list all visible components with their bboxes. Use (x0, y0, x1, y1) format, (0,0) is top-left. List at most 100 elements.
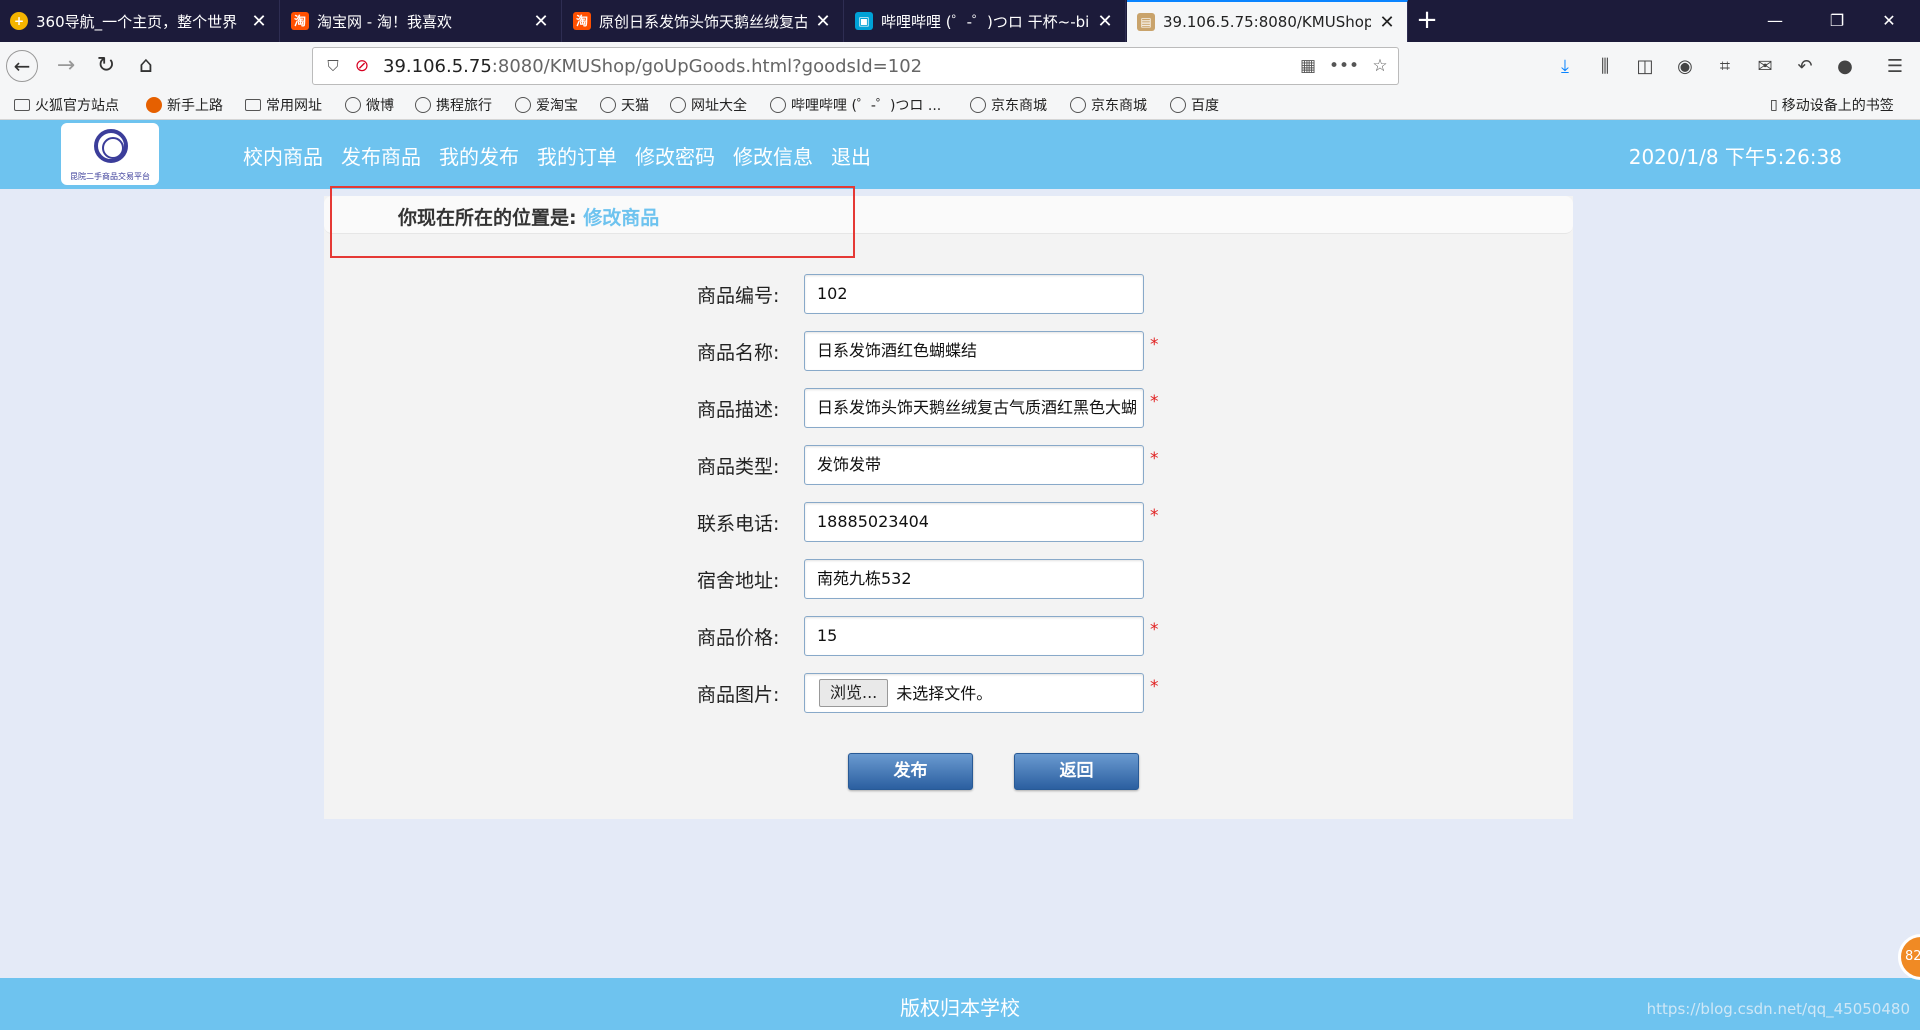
field-phone: 联系电话: 18885023404 * (324, 502, 1573, 542)
required-asterisk: * (1150, 506, 1159, 526)
globe-icon (1070, 97, 1086, 113)
bookmark-item[interactable]: 天猫 (600, 94, 649, 116)
field-label: 商品价格: (697, 627, 780, 649)
goods-description-input[interactable]: 日系发饰头饰天鹅丝绒复古气质酒红黑色大蝴 (804, 388, 1144, 428)
close-icon[interactable]: ✕ (1095, 11, 1115, 32)
logo-ring-icon (94, 129, 128, 163)
back-button[interactable]: 返回 (1014, 753, 1139, 790)
qr-code-icon[interactable]: ▦ (1290, 56, 1326, 76)
extension-icon[interactable]: ● (1832, 54, 1858, 80)
tab-kmushop[interactable]: ▤ 39.106.5.75:8080/KMUShop/ ✕ (1127, 0, 1408, 42)
mobile-bookmarks[interactable]: ▯ 移动设备上的书签 (1770, 94, 1894, 116)
library-icon[interactable]: ⫼ (1592, 54, 1618, 80)
bookmark-item[interactable]: 携程旅行 (415, 94, 492, 116)
bookmark-label: 爱淘宝 (536, 98, 578, 114)
forward-arrow-icon[interactable]: → (50, 50, 82, 82)
window-close-icon[interactable]: ✕ (1858, 0, 1920, 42)
close-icon[interactable]: ✕ (813, 11, 833, 32)
back-arrow-icon[interactable]: ← (6, 50, 38, 82)
bookmark-item[interactable]: 常用网址 (245, 94, 322, 116)
globe-icon (345, 97, 361, 113)
dorm-address-input[interactable]: 南苑九栋532 (804, 559, 1144, 599)
new-tab-button[interactable]: + (1412, 6, 1442, 36)
bookmark-item[interactable]: 京东商城 (970, 94, 1047, 116)
menu-icon[interactable]: ☰ (1882, 54, 1908, 80)
globe-icon (1170, 97, 1186, 113)
home-icon[interactable]: ⌂ (130, 50, 162, 82)
address-bar[interactable]: ⛉ ⊘ 39.106.5.75:8080/KMUShop/goUpGoods.h… (312, 47, 1399, 85)
page-icon: ▤ (1137, 13, 1155, 31)
menu-logout[interactable]: 退出 (831, 141, 871, 170)
goods-type-input[interactable]: 发饰发带 (804, 445, 1144, 485)
content-panel: 你现在所在的位置是: 修改商品 商品编号: 102 商品名称: 日系发饰酒红色蝴… (324, 196, 1573, 819)
tab-bilibili[interactable]: ▣ 哔哩哔哩 (゜-゜)つロ 干杯~-bi ✕ (845, 0, 1126, 42)
bookmark-label: 携程旅行 (436, 98, 492, 114)
bookmark-star-icon[interactable]: ☆ (1362, 56, 1398, 76)
more-actions-icon[interactable]: ••• (1326, 56, 1362, 76)
download-icon[interactable]: ⤓ (1552, 54, 1578, 80)
field-price: 商品价格: 15 * (324, 616, 1573, 656)
field-label: 商品描述: (697, 399, 780, 421)
sidebar-icon[interactable]: ◫ (1632, 54, 1658, 80)
account-icon[interactable]: ◉ (1672, 54, 1698, 80)
undo-icon[interactable]: ↶ (1792, 54, 1818, 80)
menu-campus-goods[interactable]: 校内商品 (243, 141, 323, 170)
bookmark-label: 常用网址 (266, 98, 322, 114)
tab-360[interactable]: + 360导航_一个主页，整个世界 ✕ (0, 0, 280, 42)
firefox-icon (146, 97, 162, 113)
shield-icon[interactable]: ⛉ (321, 57, 345, 75)
url-path: :8080/KMUShop/goUpGoods.html?goodsId=102 (491, 55, 923, 77)
chat-icon[interactable]: ✉ (1752, 54, 1778, 80)
folder-icon (14, 99, 30, 111)
bookmark-item[interactable]: 哔哩哔哩 (゜-゜)つロ ... (770, 94, 941, 116)
url-text[interactable]: 39.106.5.75:8080/KMUShop/goUpGoods.html?… (383, 56, 1290, 77)
close-icon[interactable]: ✕ (531, 11, 551, 32)
bookmark-item[interactable]: 京东商城 (1070, 94, 1147, 116)
footer-copyright: 版权归本学校 (900, 996, 1020, 1020)
close-icon[interactable]: ✕ (1377, 12, 1397, 33)
goods-name-input[interactable]: 日系发饰酒红色蝴蝶结 (804, 331, 1144, 371)
site-logo[interactable]: 昆院二手商品交易平台 (61, 123, 159, 185)
watermark: https://blog.csdn.net/qq_45050480 (1646, 1000, 1910, 1018)
bookmark-item[interactable]: 火狐官方站点 (14, 94, 119, 116)
price-input[interactable]: 15 (804, 616, 1144, 656)
url-host: 39.106.5.75 (383, 55, 492, 77)
tab-taobao-item[interactable]: 淘 原创日系发饰头饰天鹅丝绒复古 ✕ (563, 0, 844, 42)
required-asterisk: * (1150, 620, 1159, 640)
menu-my-published[interactable]: 我的发布 (439, 141, 519, 170)
bookmark-item[interactable]: 爱淘宝 (515, 94, 578, 116)
publish-button[interactable]: 发布 (848, 753, 973, 790)
datetime-clock: 2020/1/8 下午5:26:38 (1628, 145, 1842, 169)
menu-my-orders[interactable]: 我的订单 (537, 141, 617, 170)
menu-edit-info[interactable]: 修改信息 (733, 141, 813, 170)
reload-icon[interactable]: ↻ (90, 50, 122, 82)
tab-taobao[interactable]: 淘 淘宝网 - 淘！我喜欢 ✕ (281, 0, 562, 42)
insecure-icon[interactable]: ⊘ (351, 56, 373, 76)
image-file-input[interactable]: 浏览... 未选择文件。 (804, 673, 1144, 713)
bookmark-label: 京东商城 (991, 98, 1047, 114)
phone-input[interactable]: 18885023404 (804, 502, 1144, 542)
goods-id-input[interactable]: 102 (804, 274, 1144, 314)
menu-change-password[interactable]: 修改密码 (635, 141, 715, 170)
bookmark-item[interactable]: 百度 (1170, 94, 1219, 116)
browse-button[interactable]: 浏览... (819, 679, 889, 707)
bookmark-item[interactable]: 新手上路 (146, 94, 223, 116)
bookmark-label: 京东商城 (1091, 98, 1147, 114)
screenshot-icon[interactable]: ⌗ (1712, 54, 1738, 80)
required-asterisk: * (1150, 392, 1159, 412)
minimize-icon[interactable]: — (1744, 0, 1806, 42)
logo-text: 昆院二手商品交易平台 (70, 172, 150, 181)
close-icon[interactable]: ✕ (249, 11, 269, 32)
browser-tab-bar: + 360导航_一个主页，整个世界 ✕ 淘 淘宝网 - 淘！我喜欢 ✕ 淘 原创… (0, 0, 1920, 42)
main-menu: 校内商品 发布商品 我的发布 我的订单 修改密码 修改信息 退出 (243, 141, 889, 170)
field-goods-name: 商品名称: 日系发饰酒红色蝴蝶结 * (324, 331, 1573, 371)
menu-publish-goods[interactable]: 发布商品 (341, 141, 421, 170)
field-label: 宿舍地址: (697, 570, 780, 592)
bookmark-item[interactable]: 网址大全 (670, 94, 747, 116)
required-asterisk: * (1150, 677, 1159, 697)
bookmark-item[interactable]: 微博 (345, 94, 394, 116)
bookmark-label: 哔哩哔哩 (゜-゜)つロ ... (791, 98, 942, 114)
required-asterisk: * (1150, 449, 1159, 469)
floating-badge[interactable]: 82 (1898, 934, 1920, 980)
browser-navigation-bar: ← → ↻ ⌂ ⛉ ⊘ 39.106.5.75:8080/KMUShop/goU… (0, 42, 1920, 90)
